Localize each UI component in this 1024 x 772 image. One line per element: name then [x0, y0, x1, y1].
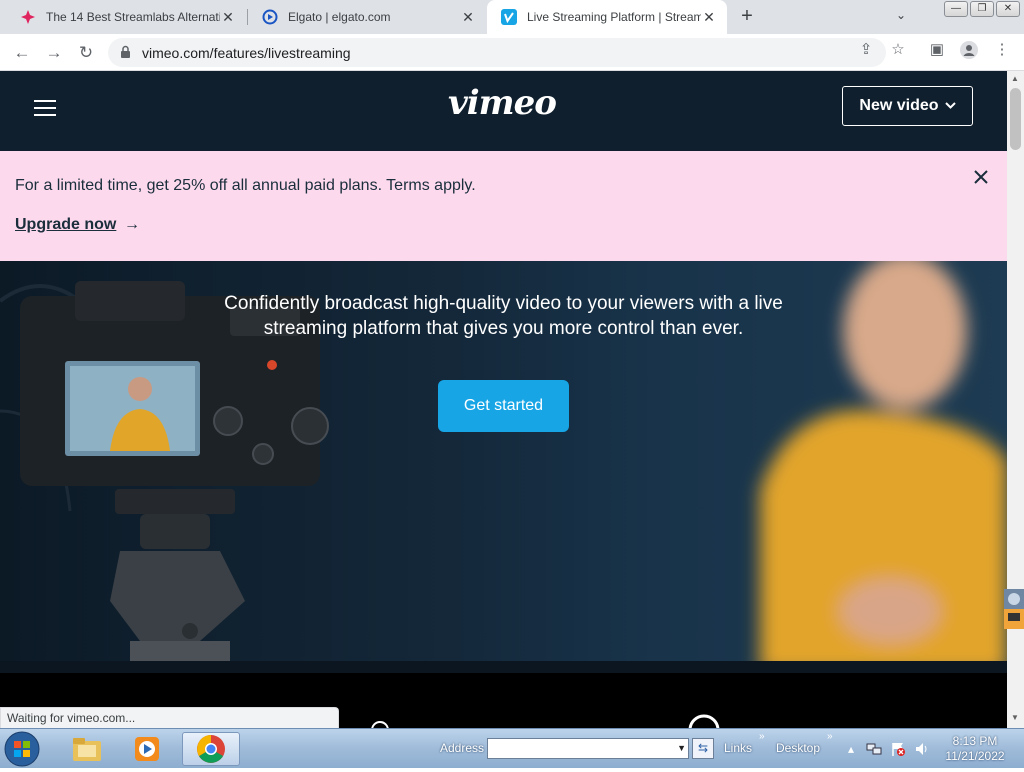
- tab-vimeo[interactable]: Live Streaming Platform | Streaming ✕: [487, 0, 727, 34]
- hero-section: Confidently broadcast high-quality video…: [0, 261, 1007, 673]
- status-bar: Waiting for vimeo.com...: [0, 707, 339, 728]
- file-explorer-taskbar-icon[interactable]: [60, 732, 114, 766]
- arrow-right-icon[interactable]: →: [124, 216, 140, 234]
- side-panel-icon[interactable]: ▣: [928, 41, 946, 59]
- chevron-down-icon: [944, 100, 956, 112]
- lock-icon[interactable]: [120, 45, 131, 59]
- close-window-button[interactable]: ✕: [996, 1, 1020, 17]
- close-tab-icon[interactable]: ✕: [701, 9, 717, 25]
- page-viewport: vimeo New video For a limited time, get …: [0, 71, 1007, 728]
- share-icon[interactable]: ⇪: [857, 41, 875, 59]
- site-header: vimeo New video: [0, 71, 1007, 151]
- windows-logo-icon: [4, 731, 40, 767]
- bookmark-star-icon[interactable]: ☆: [889, 41, 907, 59]
- vimeo-v-icon: [501, 9, 517, 25]
- new-tab-button[interactable]: +: [736, 6, 758, 28]
- action-center-flag-icon[interactable]: [890, 741, 906, 757]
- hero-headline: Confidently broadcast high-quality video…: [224, 293, 783, 339]
- promo-message: For a limited time, get 25% off all annu…: [15, 177, 476, 194]
- go-arrow-icon[interactable]: ⇆: [692, 738, 714, 759]
- forward-arrow-icon[interactable]: →: [42, 41, 66, 65]
- tab-title: The 14 Best Streamlabs Alternatives: [46, 10, 220, 24]
- get-started-button[interactable]: Get started: [438, 380, 569, 432]
- tab-streamlabs[interactable]: The 14 Best Streamlabs Alternatives ✕: [6, 0, 246, 34]
- links-chevron-icon[interactable]: »: [759, 731, 765, 742]
- scroll-up-arrow-icon[interactable]: ▲: [1011, 74, 1019, 83]
- close-tab-icon[interactable]: ✕: [220, 9, 236, 25]
- vimeo-logo[interactable]: vimeo: [448, 83, 557, 123]
- media-player-taskbar-icon[interactable]: [120, 732, 174, 766]
- show-hidden-icons-icon[interactable]: ▴: [843, 741, 859, 757]
- new-video-button[interactable]: New video: [842, 86, 973, 126]
- address-bar[interactable]: vimeo.com/features/livestreaming: [108, 38, 886, 67]
- windows-taskbar: Address ▼ ⇆ Links » Desktop » ▴ 8:13 PM …: [0, 728, 1024, 768]
- profile-avatar-icon[interactable]: [960, 41, 978, 59]
- desktop-toolbar-label[interactable]: Desktop: [776, 741, 820, 755]
- desktop-chevron-icon[interactable]: »: [827, 731, 833, 742]
- system-clock[interactable]: 8:13 PM 11/21/2022: [940, 734, 1010, 764]
- reload-icon[interactable]: ↻: [74, 41, 98, 65]
- tab-elgato[interactable]: Elgato | elgato.com ✕: [248, 0, 486, 34]
- clock-time: 8:13 PM: [952, 734, 998, 748]
- back-arrow-icon[interactable]: ←: [10, 41, 34, 65]
- dropdown-arrow-icon[interactable]: ▼: [677, 743, 686, 753]
- promo-banner: For a limited time, get 25% off all annu…: [0, 151, 1007, 261]
- page-scrollbar[interactable]: ▲ ▼: [1007, 71, 1024, 728]
- tab-title: Elgato | elgato.com: [288, 10, 391, 24]
- restore-button[interactable]: ❐: [970, 1, 994, 17]
- upgrade-now-link[interactable]: Upgrade now: [15, 216, 116, 234]
- scrollbar-thumb[interactable]: [1010, 88, 1021, 150]
- links-toolbar-label[interactable]: Links: [724, 741, 752, 755]
- hamburger-menu-icon[interactable]: [34, 100, 56, 118]
- elgato-logo-icon: [262, 9, 278, 25]
- menu-kebab-icon[interactable]: ⋮: [993, 41, 1011, 59]
- streamlabs-star-icon: [20, 9, 36, 25]
- taskbar-address-input[interactable]: ▼: [487, 738, 689, 759]
- tab-search-chevron-icon[interactable]: ⌄: [896, 8, 906, 22]
- close-banner-icon[interactable]: [973, 169, 989, 190]
- side-widgets: [1004, 589, 1024, 629]
- window-controls: — ❐ ✕: [944, 1, 1020, 17]
- url-text: vimeo.com/features/livestreaming: [142, 45, 351, 61]
- start-button[interactable]: [4, 731, 44, 767]
- clock-date: 11/21/2022: [945, 749, 1005, 763]
- volume-icon[interactable]: [914, 741, 930, 757]
- browser-tab-strip: The 14 Best Streamlabs Alternatives ✕ El…: [0, 0, 1024, 34]
- minimize-button[interactable]: —: [944, 1, 968, 17]
- browser-toolbar: ← → ↻ vimeo.com/features/livestreaming ⇪…: [0, 34, 1024, 71]
- close-tab-icon[interactable]: ✕: [460, 9, 476, 25]
- address-toolbar-label: Address: [440, 741, 485, 755]
- scroll-down-arrow-icon[interactable]: ▼: [1011, 713, 1019, 722]
- chrome-taskbar-icon[interactable]: [182, 732, 240, 766]
- tab-title: Live Streaming Platform | Streaming: [527, 10, 701, 24]
- network-icon[interactable]: [866, 741, 882, 757]
- new-video-label: New video: [859, 97, 939, 114]
